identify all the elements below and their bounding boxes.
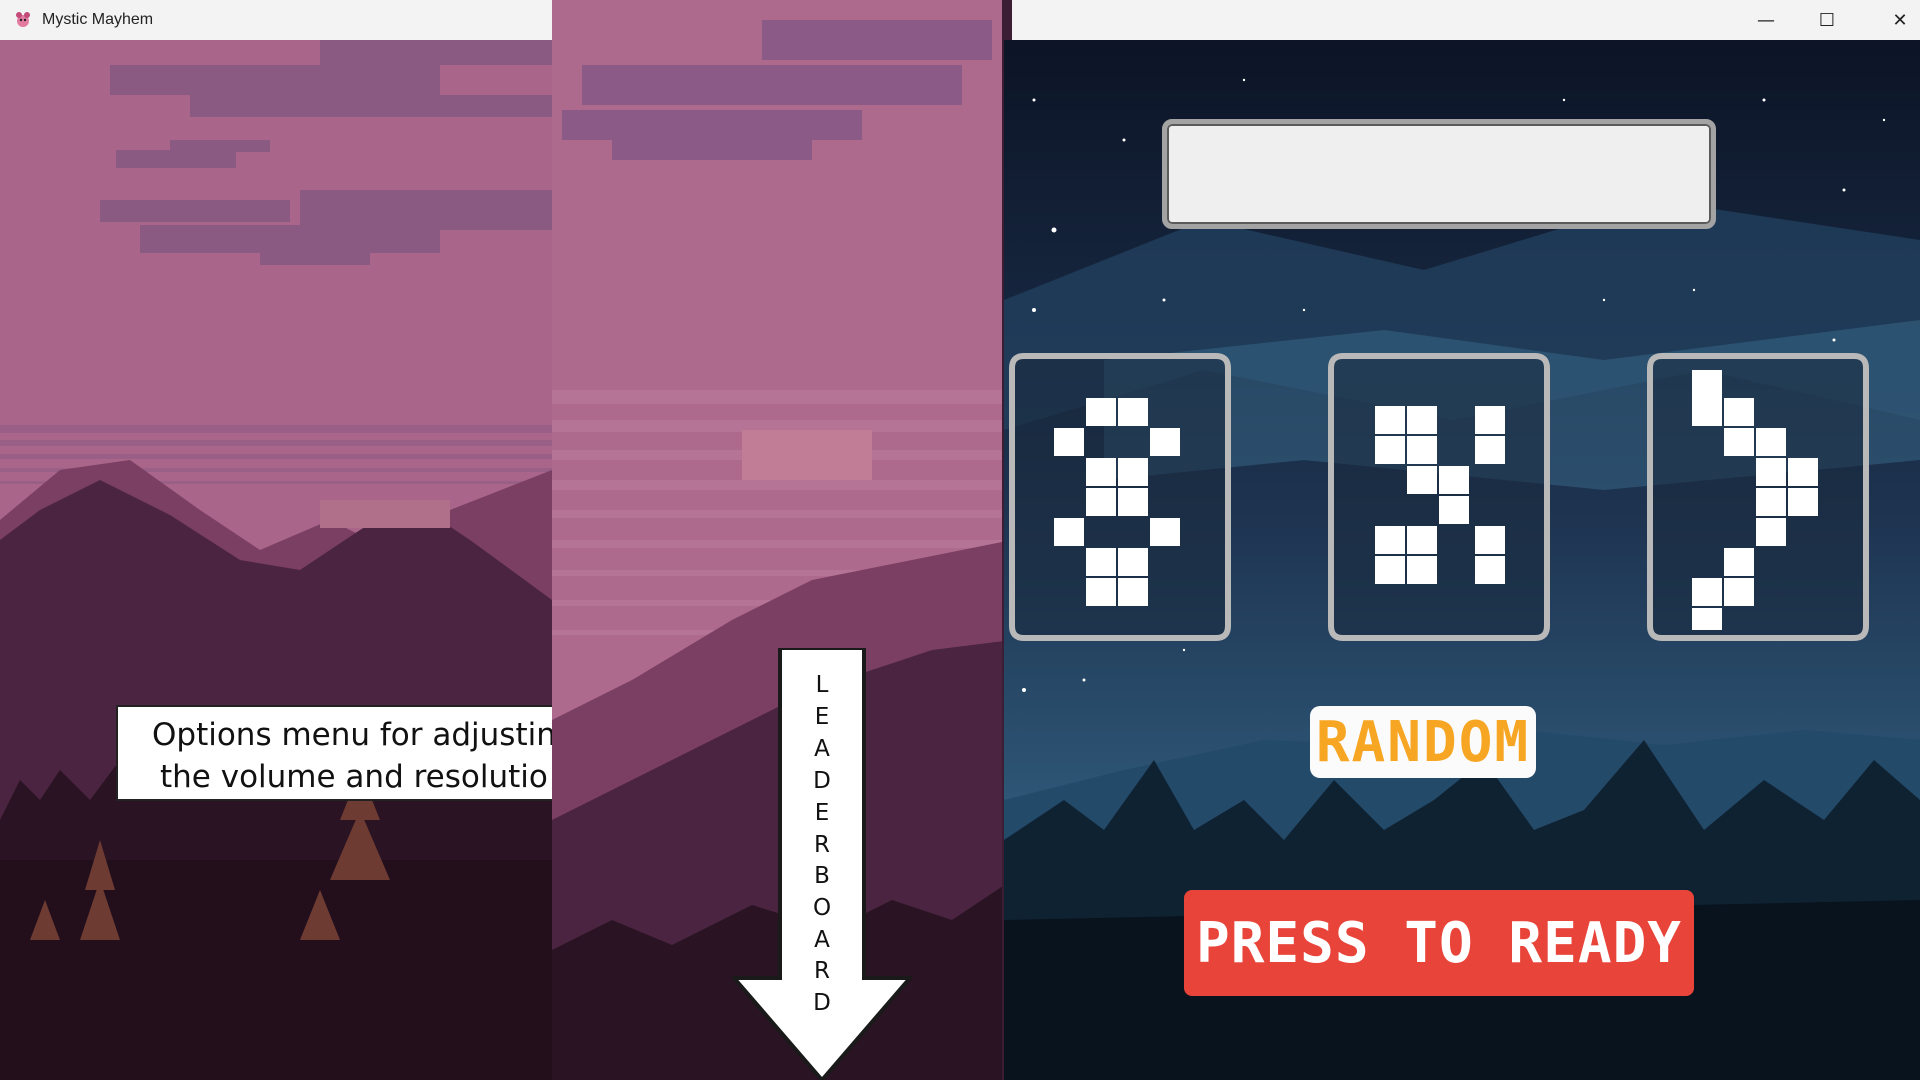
player-name-input[interactable]	[1162, 119, 1716, 229]
window-titlebar[interactable]: Mystic Mayhem	[0, 0, 552, 40]
maximize-icon: ☐	[1818, 9, 1836, 31]
arrow-letter: R	[814, 958, 830, 984]
options-caption-box: Options menu for adjustin the volume and…	[116, 705, 552, 801]
character-card-middle[interactable]	[1325, 350, 1553, 644]
character-card-right[interactable]	[1644, 350, 1872, 644]
leaderboard-scene: L E A D E R B O A R D	[552, 0, 1012, 1080]
character-card-left[interactable]	[1006, 350, 1234, 644]
arrow-letter: D	[813, 990, 831, 1016]
arrow-letter: L	[815, 672, 829, 698]
caption-line-1: Options menu for adjustin	[152, 717, 552, 753]
arrow-letter: E	[814, 704, 830, 730]
window-title: Mystic Mayhem	[42, 11, 154, 28]
pixel-landscape-background	[0, 40, 552, 1080]
arrow-letter: A	[814, 736, 830, 762]
arrow-letter: B	[814, 863, 830, 889]
arrow-letter: D	[813, 768, 831, 794]
app-icon	[16, 12, 30, 27]
arrow-letter: E	[814, 800, 830, 826]
random-button-label: RANDOM	[1315, 709, 1531, 775]
arrow-letter: O	[812, 895, 832, 921]
arrow-letter: R	[814, 832, 830, 858]
caption-line-2: the volume and resolutio	[160, 759, 548, 795]
window-titlebar-right[interactable]: — ☐ ✕	[1012, 0, 1920, 40]
random-button[interactable]: RANDOM	[1310, 706, 1536, 778]
options-scene: Options menu for adjustin the volume and…	[0, 40, 552, 1080]
close-button[interactable]: ✕	[1870, 0, 1920, 40]
press-to-ready-button[interactable]: PRESS TO READY	[1184, 890, 1694, 996]
close-icon: ✕	[1892, 9, 1908, 31]
maximize-button[interactable]: ☐	[1797, 0, 1857, 40]
ready-button-label: PRESS TO READY	[1195, 910, 1682, 976]
minimize-icon: —	[1757, 9, 1775, 31]
arrow-letter: A	[814, 927, 830, 953]
minimize-button[interactable]: —	[1736, 0, 1796, 40]
